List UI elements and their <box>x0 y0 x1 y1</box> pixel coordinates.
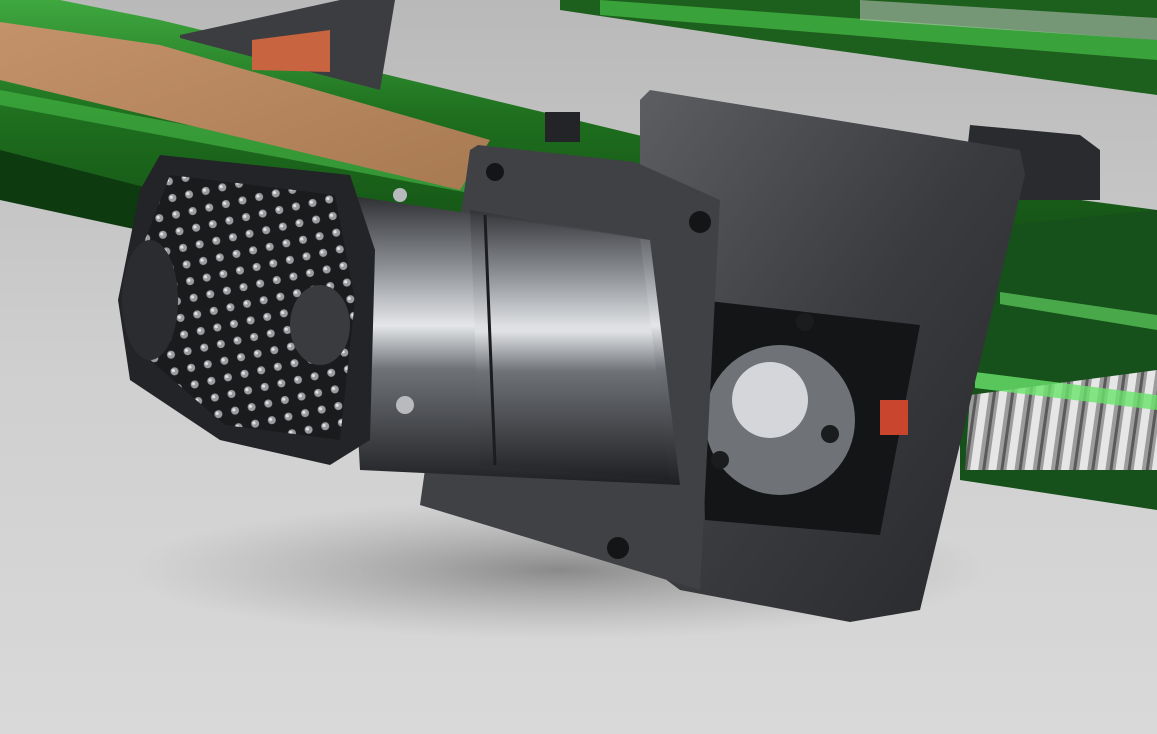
connector-boss <box>122 240 178 360</box>
flange-bolt-3 <box>607 537 629 559</box>
plate-bolt-1 <box>796 313 814 331</box>
motor-body-fins <box>470 210 670 480</box>
render-scene <box>0 0 1157 734</box>
encoder-cap <box>290 285 350 365</box>
flange-bolt-1 <box>486 163 504 181</box>
flange-bolt-2 <box>689 211 711 233</box>
render-illustration <box>0 0 1157 734</box>
plate-bolt-2 <box>821 425 839 443</box>
small-block <box>545 112 580 142</box>
plate-bolt-3 <box>711 451 729 469</box>
red-marker <box>880 400 908 435</box>
coupling <box>732 362 808 438</box>
cap-screw <box>396 396 414 414</box>
cap-screw-top <box>393 188 407 202</box>
